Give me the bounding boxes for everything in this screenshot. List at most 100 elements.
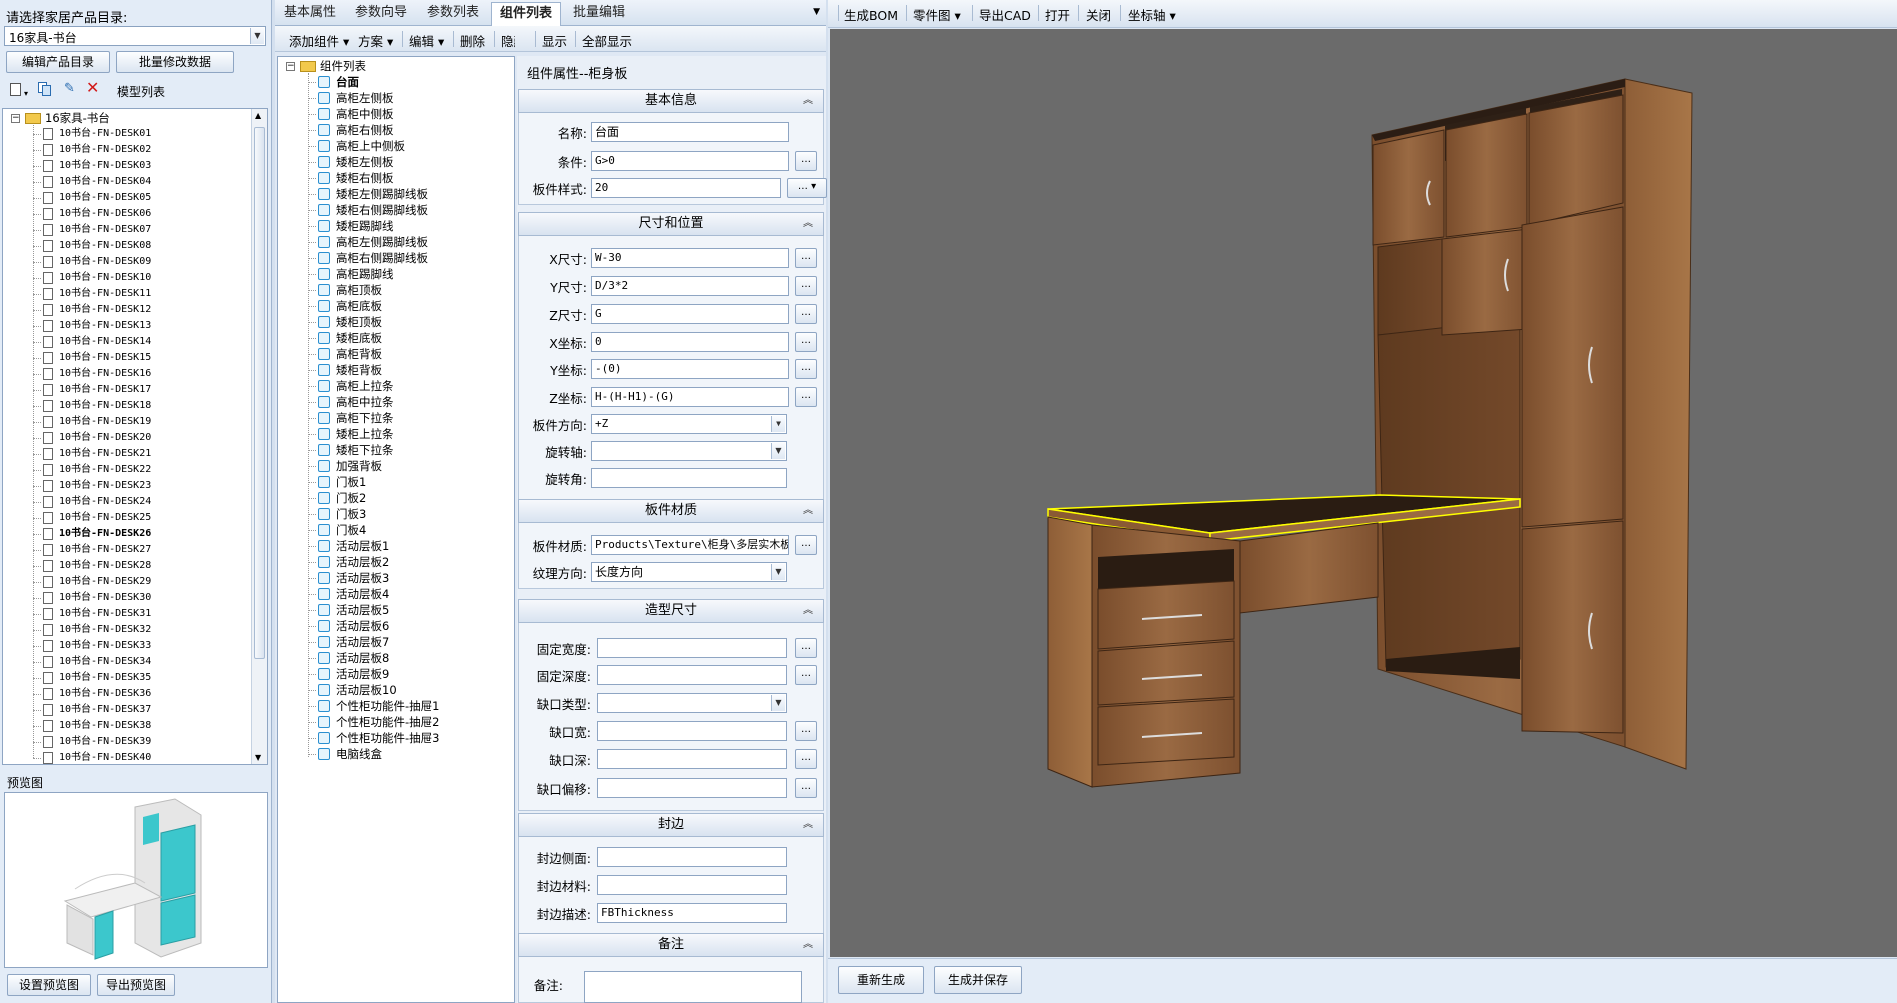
panel-direction-select[interactable]: +Z ▼ bbox=[591, 414, 787, 434]
model-tree-item[interactable]: 10书台-FN-DESK39 bbox=[59, 734, 151, 750]
3d-viewport[interactable] bbox=[830, 29, 1897, 957]
axis-button[interactable]: 坐标轴 ▾ bbox=[1128, 5, 1176, 24]
edit-icon[interactable]: ✎ bbox=[64, 82, 78, 96]
name-input[interactable]: 台面 bbox=[591, 122, 789, 142]
component-tree-item[interactable]: 活动层板6 bbox=[336, 618, 389, 634]
component-tree-item[interactable]: 加强背板 bbox=[336, 458, 382, 474]
collapse-icon[interactable]: − bbox=[11, 114, 20, 123]
component-tree-item[interactable]: 高柜左侧板 bbox=[336, 90, 394, 106]
scheme-button[interactable]: 方案 ▾ bbox=[358, 31, 393, 50]
catalog-select[interactable]: 16家具-书台 ▼ bbox=[4, 26, 266, 46]
model-tree-item[interactable]: 10书台-FN-DESK06 bbox=[59, 206, 151, 222]
panel-style-menu-button[interactable]: … ▾ bbox=[787, 178, 827, 198]
model-tree-item[interactable]: 10书台-FN-DESK02 bbox=[59, 142, 151, 158]
new-file-icon[interactable] bbox=[10, 83, 21, 96]
component-tree-item[interactable]: 矮柜左侧踢脚线板 bbox=[336, 186, 428, 202]
component-tree-item[interactable]: 个性柜功能件-抽屉3 bbox=[336, 730, 439, 746]
fixed-width-browse-button[interactable]: … bbox=[795, 638, 817, 658]
collapse-chevron-icon[interactable]: ︽ bbox=[803, 934, 813, 956]
component-tree-item[interactable]: 活动层板3 bbox=[336, 570, 389, 586]
model-tree-item[interactable]: 10书台-FN-DESK33 bbox=[59, 638, 151, 654]
component-tree-item[interactable]: 高柜右侧板 bbox=[336, 122, 394, 138]
component-tree-item[interactable]: 矮柜顶板 bbox=[336, 314, 382, 330]
component-tree-item[interactable]: 矮柜背板 bbox=[336, 362, 382, 378]
component-tree-item[interactable]: 门板2 bbox=[336, 490, 366, 506]
model-tree-item[interactable]: 10书台-FN-DESK31 bbox=[59, 606, 151, 622]
model-tree-item[interactable]: 10书台-FN-DESK01 bbox=[59, 126, 151, 142]
component-tree-item[interactable]: 台面 bbox=[336, 74, 359, 90]
model-tree-item[interactable]: 10书台-FN-DESK22 bbox=[59, 462, 151, 478]
model-tree-item[interactable]: 10书台-FN-DESK05 bbox=[59, 190, 151, 206]
open-button[interactable]: 打开 bbox=[1045, 5, 1070, 24]
condition-input[interactable]: G>0 bbox=[591, 151, 789, 171]
component-tree-item[interactable]: 高柜顶板 bbox=[336, 282, 382, 298]
model-tree-item[interactable]: 10书台-FN-DESK27 bbox=[59, 542, 151, 558]
material-browse-button[interactable]: … bbox=[795, 535, 817, 555]
model-tree-item[interactable]: 10书台-FN-DESK15 bbox=[59, 350, 151, 366]
model-tree-item[interactable]: 10书台-FN-DESK20 bbox=[59, 430, 151, 446]
component-tree-item[interactable]: 活动层板10 bbox=[336, 682, 397, 698]
component-tree-item[interactable]: 矮柜下拉条 bbox=[336, 442, 394, 458]
collapse-chevron-icon[interactable]: ︽ bbox=[803, 213, 813, 235]
tab-dropdown-icon[interactable]: ▼ bbox=[813, 7, 820, 17]
collapse-chevron-icon[interactable]: ︽ bbox=[803, 90, 813, 112]
component-tree-item[interactable]: 矮柜底板 bbox=[336, 330, 382, 346]
model-tree-item[interactable]: 10书台-FN-DESK32 bbox=[59, 622, 151, 638]
component-tree-item[interactable]: 高柜中侧板 bbox=[336, 106, 394, 122]
model-tree-item[interactable]: 10书台-FN-DESK29 bbox=[59, 574, 151, 590]
model-tree-item[interactable]: 10书台-FN-DESK09 bbox=[59, 254, 151, 270]
model-tree-item[interactable]: 10书台-FN-DESK10 bbox=[59, 270, 151, 286]
scroll-up-icon[interactable]: ▲ bbox=[255, 111, 261, 120]
component-tree-item[interactable]: 活动层板2 bbox=[336, 554, 389, 570]
set-preview-button[interactable]: 设置预览图 bbox=[7, 974, 91, 996]
tab-component-list[interactable]: 组件列表 bbox=[491, 2, 561, 26]
model-tree-item[interactable]: 10书台-FN-DESK12 bbox=[59, 302, 151, 318]
component-tree-item[interactable]: 高柜下拉条 bbox=[336, 410, 394, 426]
component-tree-item[interactable]: 个性柜功能件-抽屉1 bbox=[336, 698, 439, 714]
model-tree-item[interactable]: 10书台-FN-DESK36 bbox=[59, 686, 151, 702]
component-tree-root[interactable]: 组件列表 bbox=[320, 58, 366, 74]
generate-bom-button[interactable]: 生成BOM bbox=[844, 5, 898, 24]
section-shape-size[interactable]: 造型尺寸 ︽ bbox=[518, 599, 824, 623]
collapse-chevron-icon[interactable]: ︽ bbox=[803, 600, 813, 622]
rotation-axis-select[interactable]: ▼ bbox=[591, 441, 787, 461]
x-coord-input[interactable]: 0 bbox=[591, 332, 789, 352]
notch-width-browse-button[interactable]: … bbox=[795, 721, 817, 741]
regenerate-button[interactable]: 重新生成 bbox=[838, 966, 924, 994]
model-tree-item[interactable]: 10书台-FN-DESK07 bbox=[59, 222, 151, 238]
show-all-button[interactable]: 全部显示 bbox=[582, 31, 632, 50]
component-tree-item[interactable]: 高柜底板 bbox=[336, 298, 382, 314]
model-tree-item[interactable]: 10书台-FN-DESK08 bbox=[59, 238, 151, 254]
component-tree-item[interactable]: 个性柜功能件-抽屉2 bbox=[336, 714, 439, 730]
component-tree-item[interactable]: 门板3 bbox=[336, 506, 366, 522]
delete-icon[interactable]: ✕ bbox=[86, 80, 99, 96]
component-tree-item[interactable]: 高柜中拉条 bbox=[336, 394, 394, 410]
model-tree-item[interactable]: 10书台-FN-DESK24 bbox=[59, 494, 151, 510]
scrollbar[interactable]: ▲ ▼ bbox=[251, 109, 267, 764]
material-input[interactable]: Products\Texture\柜身\多层实木板 bbox=[591, 535, 789, 555]
component-tree-item[interactable]: 电脑线盒 bbox=[336, 746, 382, 762]
model-tree-item[interactable]: 10书台-FN-DESK25 bbox=[59, 510, 151, 526]
tree-root-label[interactable]: 16家具-书台 bbox=[45, 110, 110, 126]
component-tree-item[interactable]: 高柜上拉条 bbox=[336, 378, 394, 394]
component-tree-item[interactable]: 高柜右侧踢脚线板 bbox=[336, 250, 428, 266]
y-size-input[interactable]: D/3*2 bbox=[591, 276, 789, 296]
condition-browse-button[interactable]: … bbox=[795, 151, 817, 171]
component-tree-item[interactable]: 高柜踢脚线 bbox=[336, 266, 394, 282]
notch-depth-input[interactable] bbox=[597, 749, 787, 769]
component-tree-item[interactable]: 矮柜右侧踢脚线板 bbox=[336, 202, 428, 218]
model-tree-item[interactable]: 10书台-FN-DESK23 bbox=[59, 478, 151, 494]
batch-edit-button[interactable]: 批量修改数据 bbox=[116, 51, 234, 73]
tab-param-list[interactable]: 参数列表 bbox=[419, 2, 487, 26]
component-tree-item[interactable]: 高柜左侧踢脚线板 bbox=[336, 234, 428, 250]
y-coord-input[interactable]: -(0) bbox=[591, 359, 789, 379]
model-tree-item[interactable]: 10书台-FN-DESK17 bbox=[59, 382, 151, 398]
model-tree-item[interactable]: 10书台-FN-DESK14 bbox=[59, 334, 151, 350]
delete-button[interactable]: 删除 bbox=[460, 31, 485, 50]
x-size-input[interactable]: W-30 bbox=[591, 248, 789, 268]
component-tree-item[interactable]: 活动层板7 bbox=[336, 634, 389, 650]
model-tree-item[interactable]: 10书台-FN-DESK16 bbox=[59, 366, 151, 382]
scroll-down-icon[interactable]: ▼ bbox=[255, 753, 261, 762]
fixed-depth-input[interactable] bbox=[597, 665, 787, 685]
component-tree-item[interactable]: 高柜上中侧板 bbox=[336, 138, 405, 154]
